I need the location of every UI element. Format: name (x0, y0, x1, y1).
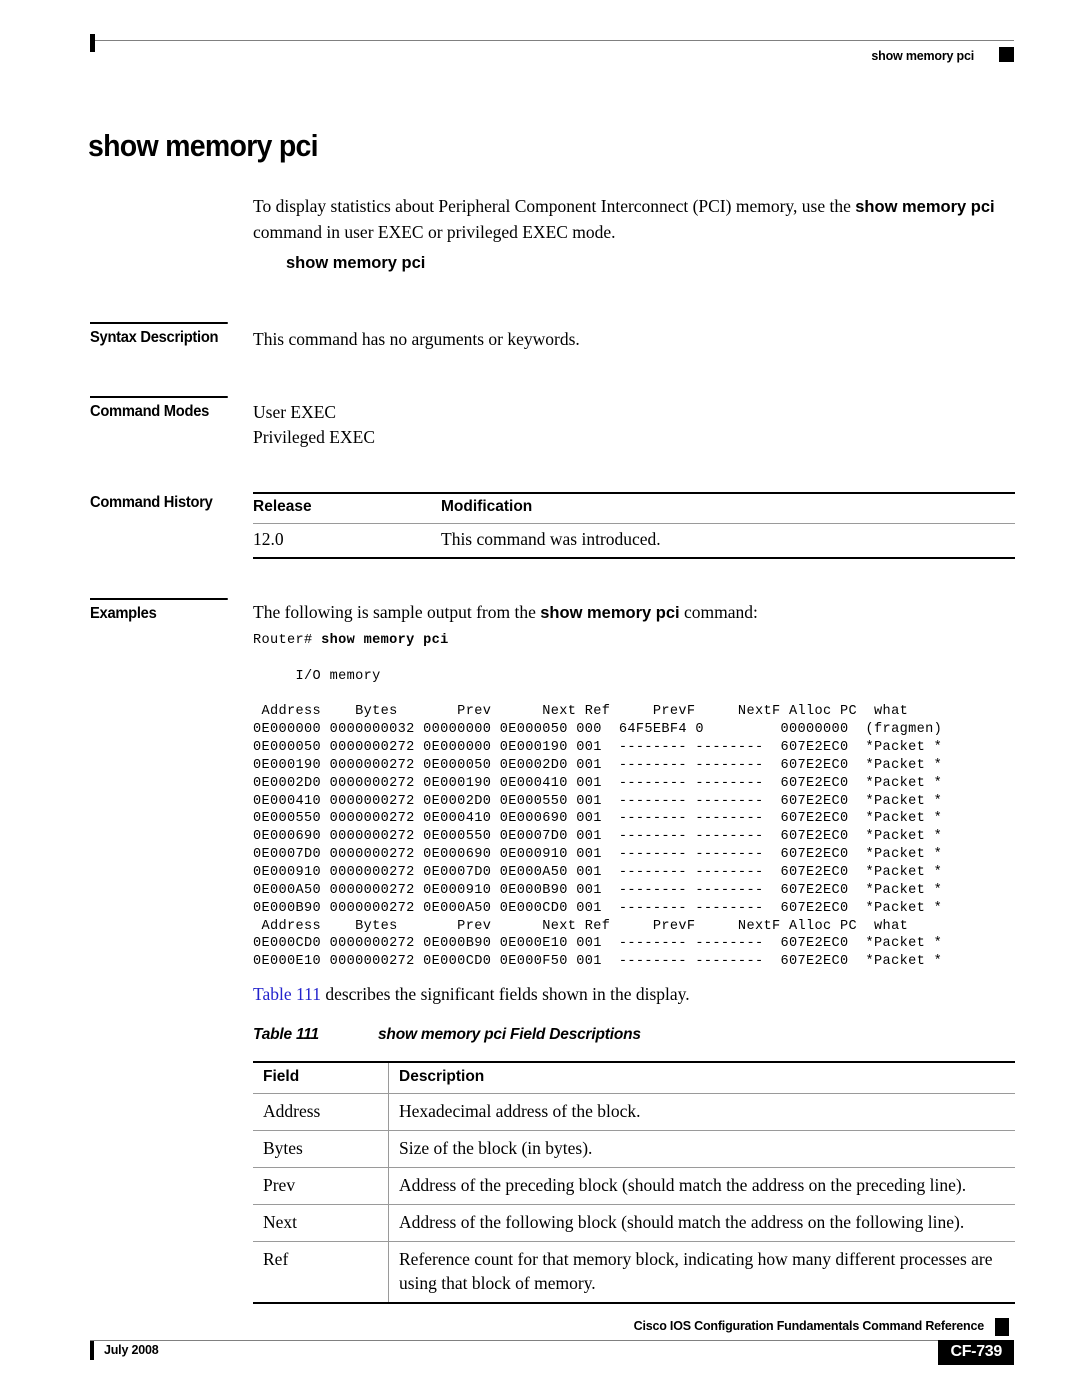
cell-description: Hexadecimal address of the block. (388, 1093, 1015, 1131)
command-history-table: Release Modification 12.0 This command w… (253, 492, 1015, 559)
page-header: show memory pci (90, 34, 1014, 80)
command-mode-privileged-exec: Privileged EXEC (253, 427, 375, 447)
footer-date: July 2008 (104, 1343, 159, 1357)
table-header-row: Release Modification (253, 492, 1015, 524)
table-cross-reference-paragraph: Table 111 describes the significant fiel… (253, 982, 690, 1007)
table-xref-link[interactable]: Table 111 (253, 984, 321, 1004)
footer-page-number: CF-739 (938, 1340, 1014, 1365)
cell-field: Prev (253, 1167, 389, 1205)
description-text-post: command in user EXEC or privileged EXEC … (253, 222, 616, 242)
header-square-marker-icon (999, 47, 1014, 62)
table-caption-number: Table 111 (253, 1026, 319, 1043)
cell-description: Reference count for that memory block, i… (388, 1241, 1015, 1304)
code-prompt: Router# (253, 633, 322, 648)
cell-release: 12.0 (253, 523, 441, 559)
section-label-command-modes: Command Modes (90, 396, 228, 421)
footer-divider-rule (90, 1340, 1014, 1341)
command-description-block: To display statistics about Peripheral C… (253, 194, 1015, 245)
cell-field: Address (253, 1093, 389, 1131)
table-header-row: Field Description (253, 1061, 1015, 1094)
header-divider-rule (90, 40, 1014, 41)
cell-description: Address of the following block (should m… (388, 1204, 1015, 1242)
column-header-modification: Modification (441, 492, 1015, 524)
examples-intro-bold: show memory pci (540, 604, 680, 622)
column-header-description: Description (388, 1061, 1015, 1094)
table-row: Address Hexadecimal address of the block. (253, 1093, 1015, 1131)
table-row: Next Address of the following block (shou… (253, 1204, 1015, 1242)
column-header-field: Field (253, 1061, 389, 1094)
command-description-paragraph: To display statistics about Peripheral C… (253, 194, 1015, 245)
command-syntax-line: show memory pci (286, 254, 426, 272)
examples-intro-post: command: (679, 602, 758, 622)
column-header-release: Release (253, 492, 441, 524)
section-body-syntax-description: This command has no arguments or keyword… (253, 329, 580, 349)
field-descriptions-table: Field Description Address Hexadecimal add… (253, 1061, 1015, 1304)
section-body-examples: The following is sample output from the … (253, 600, 1015, 626)
cell-field: Ref (253, 1241, 389, 1304)
command-mode-user-exec: User EXEC (253, 402, 337, 422)
syntax-block: show memory pci (253, 254, 1015, 273)
cell-field: Bytes (253, 1130, 389, 1168)
examples-intro-paragraph: The following is sample output from the … (253, 600, 1015, 626)
table-row: 12.0 This command was introduced. (253, 523, 1015, 559)
description-command-bold: show memory pci (855, 198, 995, 216)
footer-square-marker-icon (995, 1318, 1009, 1336)
cell-description: Address of the preceding block (should m… (388, 1167, 1015, 1205)
cell-modification: This command was introduced. (441, 523, 1015, 559)
page-title: show memory pci (88, 128, 319, 163)
header-left-marker-icon (90, 34, 95, 52)
command-output-code-block: Router# show memory pci I/O memory Addre… (253, 632, 942, 971)
code-command-echo: show memory pci (321, 633, 449, 648)
table-caption: Table 111 show memory pci Field Descripti… (253, 1026, 641, 1044)
page-footer: Cisco IOS Configuration Fundamentals Com… (90, 1318, 1014, 1378)
description-text-pre: To display statistics about Peripheral C… (253, 196, 856, 216)
table-caption-title: show memory pci Field Descriptions (378, 1026, 641, 1043)
table-row: Bytes Size of the block (in bytes). (253, 1130, 1015, 1168)
table-row: Ref Reference count for that memory block… (253, 1241, 1015, 1304)
code-output-lines: I/O memory Address Bytes Prev Next Ref P… (253, 668, 943, 970)
footer-left-marker-icon (90, 1341, 94, 1360)
examples-intro-pre: The following is sample output from the (253, 602, 541, 622)
section-body-command-modes: User EXEC Privileged EXEC (253, 400, 1015, 450)
section-label-syntax-description: Syntax Description (90, 322, 228, 347)
header-running-title: show memory pci (871, 49, 974, 63)
section-label-examples: Examples (90, 598, 228, 623)
cell-field: Next (253, 1204, 389, 1242)
section-label-command-history: Command History (90, 494, 213, 511)
field-descriptions-body: Address Hexadecimal address of the block.… (253, 1093, 1015, 1304)
table-intro-text: describes the significant fields shown i… (320, 984, 690, 1004)
cell-description: Size of the block (in bytes). (388, 1130, 1015, 1168)
footer-book-title: Cisco IOS Configuration Fundamentals Com… (633, 1319, 985, 1333)
table-row: Prev Address of the preceding block (shou… (253, 1167, 1015, 1205)
